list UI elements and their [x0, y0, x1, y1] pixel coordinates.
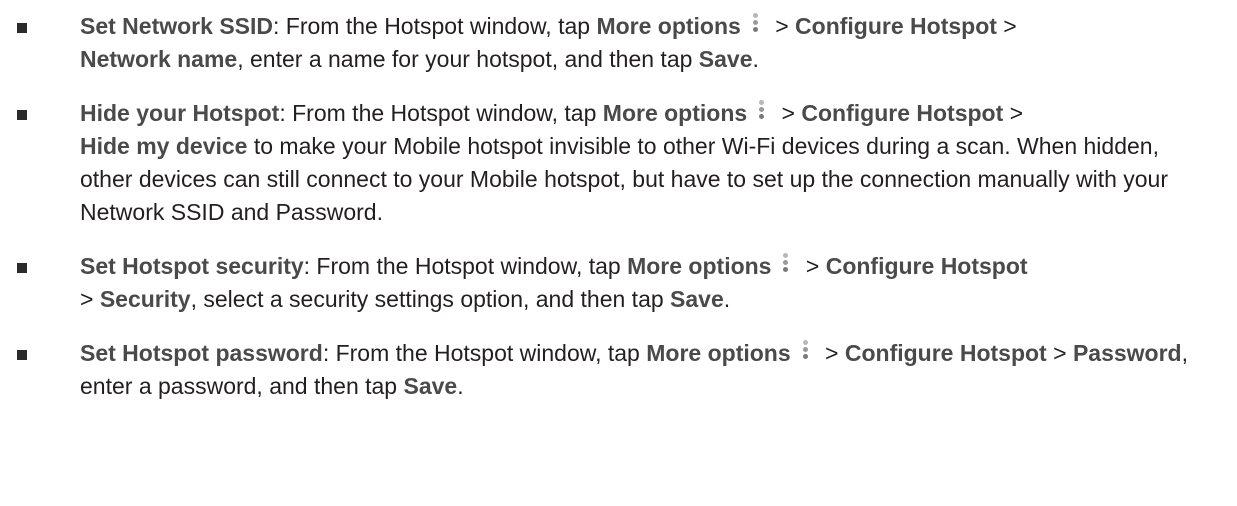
- hotspot-settings-list: Set Network SSID: From the Hotspot windo…: [0, 10, 1237, 403]
- square-bullet-icon: [17, 110, 27, 120]
- item-text: .: [752, 46, 759, 72]
- setting-target-label: Security: [99, 286, 191, 312]
- save-label: Save: [403, 373, 458, 399]
- item-title: Set Network SSID: [80, 13, 273, 39]
- more-options-vertical-dots-icon: [743, 10, 767, 43]
- more-options-label: More options: [646, 340, 791, 366]
- configure-hotspot-label: Configure Hotspot: [844, 340, 1047, 366]
- item-text: : From the Hotspot window, tap: [322, 340, 647, 366]
- list-item-set-network-ssid: Set Network SSID: From the Hotspot windo…: [0, 10, 1237, 76]
- item-text: >: [1003, 100, 1024, 126]
- save-label: Save: [670, 286, 724, 312]
- item-title: Hide your Hotspot: [80, 100, 280, 126]
- list-item-set-hotspot-password: Set Hotspot password: From the Hotspot w…: [0, 337, 1237, 403]
- square-bullet-icon: [17, 350, 27, 360]
- setting-target-label: Network name: [80, 46, 238, 72]
- more-options-vertical-dots-icon: [793, 337, 817, 370]
- square-bullet-icon: [17, 263, 27, 273]
- item-text: >: [818, 340, 845, 366]
- configure-hotspot-label: Configure Hotspot: [825, 253, 1028, 279]
- more-options-vertical-dots-icon: [773, 250, 797, 283]
- item-text: , enter a name for your hotspot, and the…: [237, 46, 699, 72]
- item-text: >: [996, 13, 1017, 39]
- setting-target-label: Password: [1072, 340, 1182, 366]
- item-text: : From the Hotspot window, tap: [273, 13, 597, 39]
- list-item-hide-your-hotspot: Hide your Hotspot: From the Hotspot wind…: [0, 97, 1237, 229]
- item-title: Set Hotspot password: [80, 340, 323, 366]
- item-text: >: [80, 286, 100, 312]
- configure-hotspot-label: Configure Hotspot: [801, 100, 1004, 126]
- item-text: >: [799, 253, 826, 279]
- setting-target-label: Hide my device: [80, 133, 248, 159]
- more-options-label: More options: [627, 253, 772, 279]
- item-text: >: [775, 100, 802, 126]
- list-item-set-hotspot-security: Set Hotspot security: From the Hotspot w…: [0, 250, 1237, 316]
- item-title: Set Hotspot security: [80, 253, 304, 279]
- item-text: >: [1046, 340, 1073, 366]
- item-text: .: [457, 373, 464, 399]
- more-options-vertical-dots-icon: [749, 97, 773, 130]
- square-bullet-icon: [17, 23, 27, 33]
- configure-hotspot-label: Configure Hotspot: [795, 13, 997, 39]
- item-text: >: [768, 13, 796, 39]
- save-label: Save: [698, 46, 753, 72]
- item-text: , select a security settings option, and…: [190, 286, 671, 312]
- item-text: : From the Hotspot window, tap: [279, 100, 603, 126]
- document-page: Set Network SSID: From the Hotspot windo…: [0, 0, 1237, 506]
- item-text: .: [723, 286, 731, 312]
- more-options-label: More options: [596, 13, 741, 39]
- item-text: : From the Hotspot window, tap: [303, 253, 628, 279]
- more-options-label: More options: [602, 100, 748, 126]
